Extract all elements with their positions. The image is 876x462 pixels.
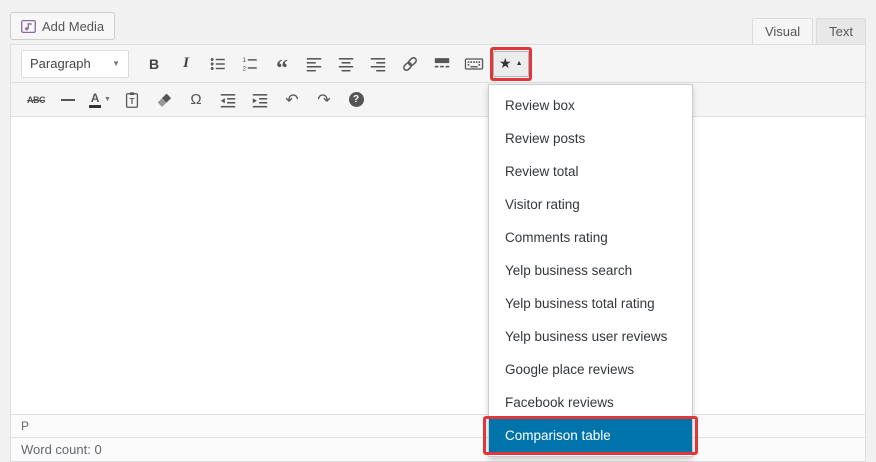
menu-item-visitor-rating[interactable]: Visitor rating (489, 188, 692, 221)
numbered-list-icon: 1 2 (241, 55, 259, 73)
toolbar-row-2: ABC A ▼ T Ω ↶ ↷ ? (11, 83, 865, 117)
help-icon: ? (348, 92, 364, 107)
menu-item-review-box[interactable]: Review box (489, 89, 692, 122)
word-count-label: Word count: 0 (21, 442, 102, 457)
strikethrough-icon: ABC (27, 94, 46, 105)
align-left-button[interactable] (301, 51, 327, 77)
omega-icon: Ω (190, 91, 202, 108)
svg-text:T: T (129, 97, 134, 106)
editor-header: Add Media Visual Text (10, 8, 866, 44)
special-character-button[interactable]: Ω (183, 87, 209, 113)
chevron-down-icon: ▼ (112, 59, 120, 68)
bullet-list-icon (209, 55, 227, 73)
outdent-icon (219, 91, 237, 109)
strikethrough-button[interactable]: ABC (23, 87, 49, 113)
svg-text:1: 1 (242, 57, 246, 64)
align-right-icon (369, 55, 387, 73)
keyboard-icon (464, 55, 484, 73)
blockquote-icon: “ (276, 55, 288, 82)
statusbar-element-path: P (11, 414, 865, 437)
indent-button[interactable] (247, 87, 273, 113)
toolbar-toggle-button[interactable] (461, 51, 487, 77)
italic-icon: I (183, 55, 189, 71)
paragraph-select-value: Paragraph (30, 56, 91, 71)
star-icon: ★ (499, 55, 512, 71)
align-left-icon (305, 55, 323, 73)
italic-button[interactable]: I (173, 51, 199, 77)
menu-item-label: Comparison table (505, 428, 611, 443)
editor-mode-tabs: Visual Text (749, 18, 866, 44)
paste-as-text-button[interactable]: T (119, 87, 145, 113)
tab-visual[interactable]: Visual (751, 18, 814, 44)
chevron-up-icon: ▲ (515, 60, 523, 67)
add-media-label: Add Media (42, 18, 105, 34)
element-path-label[interactable]: P (21, 419, 29, 433)
classic-editor: Paragraph ▼ B I 1 2 “ ★ ▲ ABC A ▼ T Ω ↶ … (10, 44, 866, 462)
editor-content-area[interactable] (11, 117, 865, 414)
statusbar-word-count: Word count: 0 (11, 437, 865, 461)
text-color-button[interactable]: A ▼ (87, 87, 113, 113)
read-more-button[interactable] (429, 51, 455, 77)
outdent-button[interactable] (215, 87, 241, 113)
media-icon (21, 19, 36, 33)
bullet-list-button[interactable] (205, 51, 231, 77)
bold-button[interactable]: B (141, 51, 167, 77)
align-center-button[interactable] (333, 51, 359, 77)
reviews-shortcode-menu: Review box Review posts Review total Vis… (483, 84, 698, 457)
horizontal-rule-button[interactable] (55, 87, 81, 113)
paste-as-text-icon: T (123, 91, 141, 109)
menu-item-review-total[interactable]: Review total (489, 155, 692, 188)
clear-formatting-button[interactable] (151, 87, 177, 113)
menu-item-review-posts[interactable]: Review posts (489, 122, 692, 155)
undo-button[interactable]: ↶ (279, 87, 305, 113)
menu-item-yelp-business-search[interactable]: Yelp business search (489, 254, 692, 287)
text-color-icon: A (89, 92, 102, 108)
menu-item-comparison-table[interactable]: Comparison table (483, 416, 698, 455)
svg-text:2: 2 (242, 65, 246, 72)
bold-icon: B (148, 55, 160, 72)
toolbar-row-1: Paragraph ▼ B I 1 2 “ ★ ▲ (11, 45, 865, 83)
tab-text[interactable]: Text (816, 18, 866, 44)
numbered-list-button[interactable]: 1 2 (237, 51, 263, 77)
paragraph-select[interactable]: Paragraph ▼ (21, 49, 129, 78)
menu-item-yelp-business-user-reviews[interactable]: Yelp business user reviews (489, 320, 692, 353)
redo-button[interactable]: ↷ (311, 87, 337, 113)
align-right-button[interactable] (365, 51, 391, 77)
align-center-icon (337, 55, 355, 73)
eraser-icon (155, 91, 173, 109)
menu-item-yelp-business-total-rating[interactable]: Yelp business total rating (489, 287, 692, 320)
keyboard-shortcuts-button[interactable]: ? (343, 87, 369, 113)
link-button[interactable] (397, 51, 423, 77)
horizontal-rule-icon (61, 98, 75, 101)
chevron-down-icon: ▼ (104, 96, 111, 103)
undo-icon: ↶ (285, 91, 299, 109)
indent-icon (251, 91, 269, 109)
link-icon (401, 55, 419, 73)
add-media-button[interactable]: Add Media (10, 12, 116, 40)
menu-item-comments-rating[interactable]: Comments rating (489, 221, 692, 254)
menu-item-facebook-reviews[interactable]: Facebook reviews (489, 386, 692, 419)
blockquote-button[interactable]: “ (269, 51, 295, 82)
read-more-icon (433, 55, 451, 73)
redo-icon: ↷ (317, 91, 331, 109)
reviews-shortcode-dropdown-button[interactable]: ★ ▲ (490, 46, 532, 81)
menu-item-google-place-reviews[interactable]: Google place reviews (489, 353, 692, 386)
